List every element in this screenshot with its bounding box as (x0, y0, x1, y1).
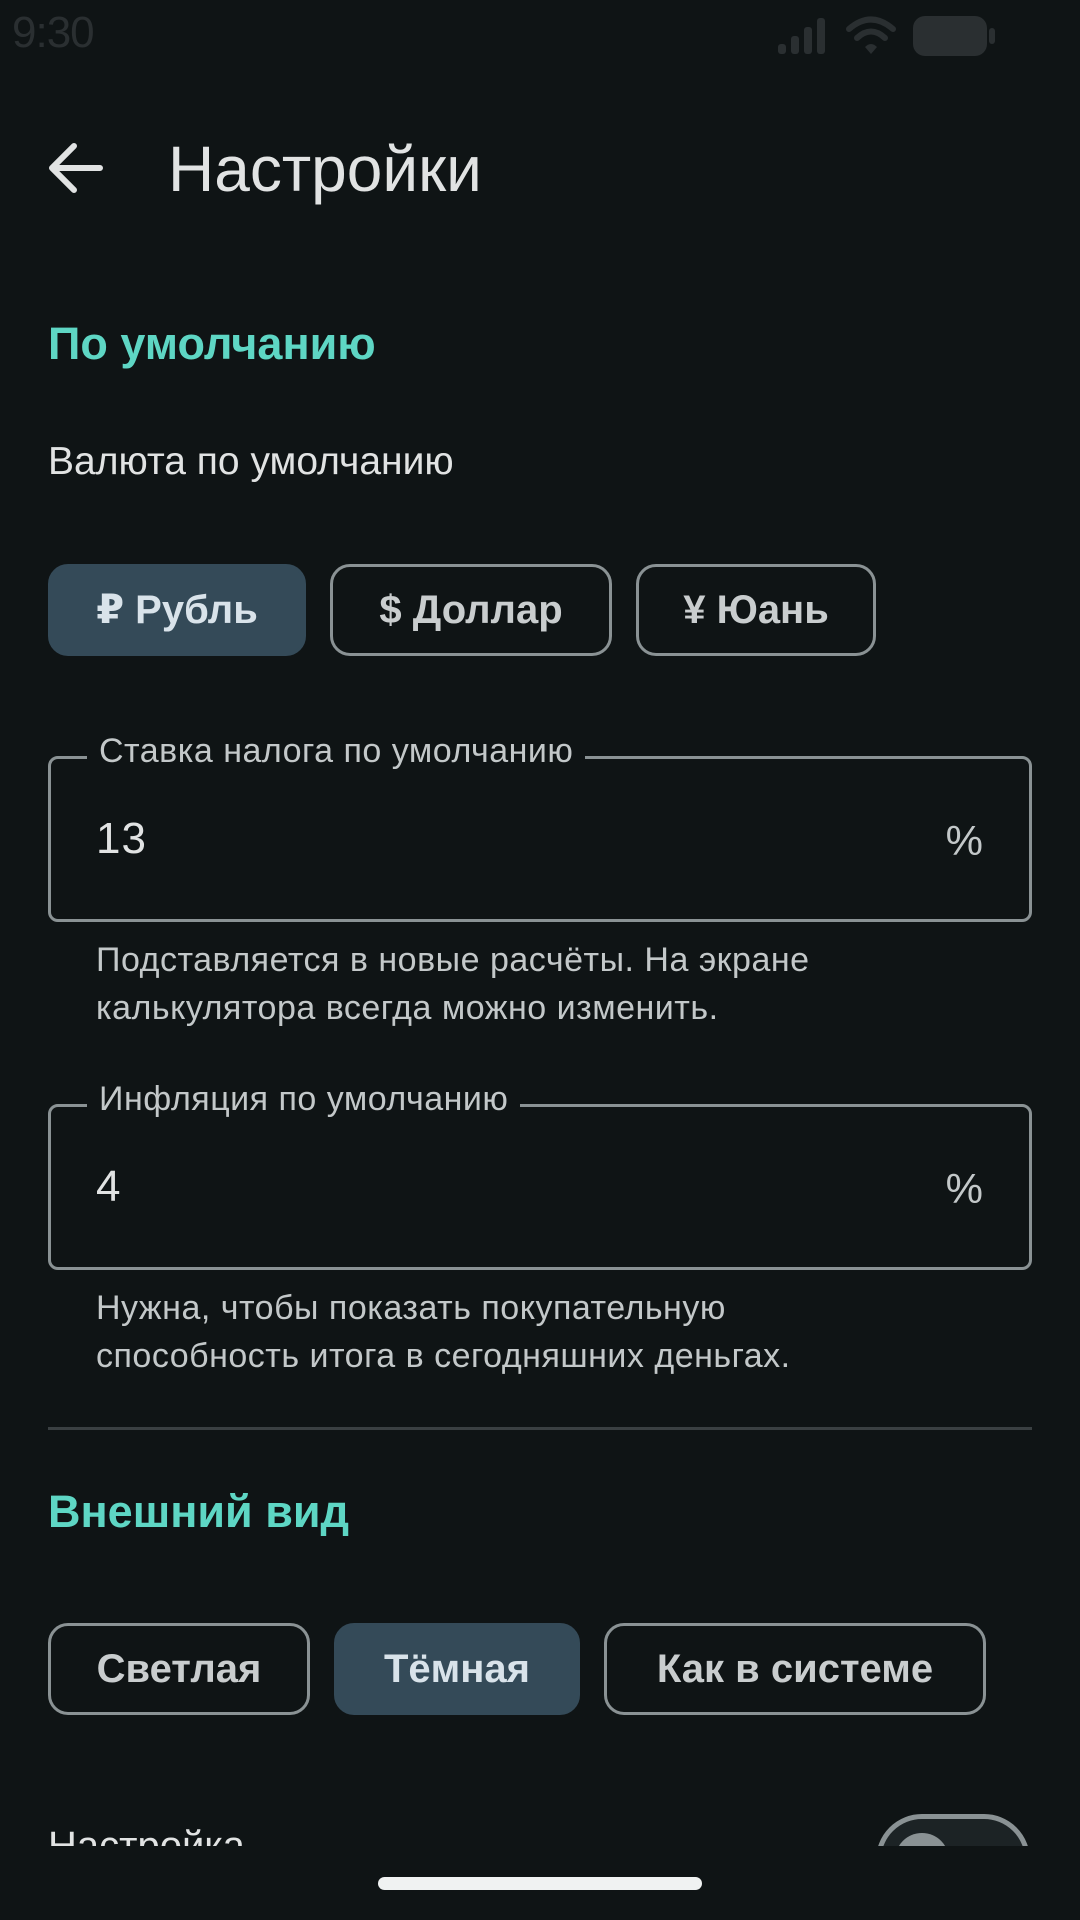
theme-chip-light[interactable]: Светлая (48, 1623, 310, 1715)
back-button[interactable] (34, 128, 118, 212)
tax-rate-field[interactable]: Ставка налога по умолчанию 13 % (48, 732, 1032, 922)
tax-rate-helper-line2: калькулятора всегда можно изменить. (96, 989, 719, 1027)
status-time: 9:30 (12, 8, 95, 57)
toggle-thumb (895, 1833, 949, 1846)
tax-rate-helper: Подставляется в новые расчёты. На экране… (96, 936, 976, 1032)
currency-label: Валюта по умолчанию (48, 440, 454, 483)
inflation-label: Инфляция по умолчанию (87, 1080, 521, 1119)
signal-icon (776, 16, 830, 56)
inflation-helper-line2: способность итога в сегодняшних деньгах. (96, 1337, 791, 1375)
currency-chip-ruble[interactable]: ₽ Рубль (48, 564, 306, 656)
currency-chip-group: ₽ Рубль $ Доллар ¥ Юань (48, 564, 876, 656)
arrow-left-icon (48, 142, 104, 199)
inflation-helper-line1: Нужна, чтобы показать покупательную (96, 1289, 726, 1327)
inflation-helper: Нужна, чтобы показать покупательную спос… (96, 1284, 976, 1380)
inflation-field[interactable]: Инфляция по умолчанию 4 % (48, 1080, 1032, 1270)
status-icons (776, 14, 996, 58)
currency-chip-dollar[interactable]: $ Доллар (330, 564, 612, 656)
theme-chip-group: Светлая Тёмная Как в системе (48, 1623, 986, 1715)
currency-chip-yuan[interactable]: ¥ Юань (636, 564, 876, 656)
status-bar: 9:30 (0, 0, 1080, 72)
section-title-defaults: По умолчанию (48, 318, 376, 369)
top-app-bar: Настройки (0, 110, 1080, 230)
tax-rate-label: Ставка налога по умолчанию (87, 732, 586, 771)
section-divider (48, 1427, 1032, 1430)
theme-chip-system[interactable]: Как в системе (604, 1623, 986, 1715)
theme-chip-dark[interactable]: Тёмная (334, 1623, 580, 1715)
tax-rate-helper-line1: Подставляется в новые расчёты. На экране (96, 941, 810, 979)
clipped-settings-row: Настройка (0, 1780, 1080, 1846)
tax-rate-value[interactable]: 13 (96, 814, 147, 864)
section-title-appearance: Внешний вид (48, 1486, 350, 1537)
toggle-switch[interactable] (876, 1814, 1030, 1846)
tax-rate-suffix: % (945, 817, 983, 864)
page-title: Настройки (168, 133, 482, 205)
clipped-row-label: Настройка (48, 1824, 245, 1846)
inflation-value[interactable]: 4 (96, 1162, 121, 1212)
gesture-bar[interactable] (378, 1877, 702, 1890)
wifi-icon (846, 16, 896, 56)
battery-icon (912, 14, 996, 58)
inflation-suffix: % (945, 1165, 983, 1212)
